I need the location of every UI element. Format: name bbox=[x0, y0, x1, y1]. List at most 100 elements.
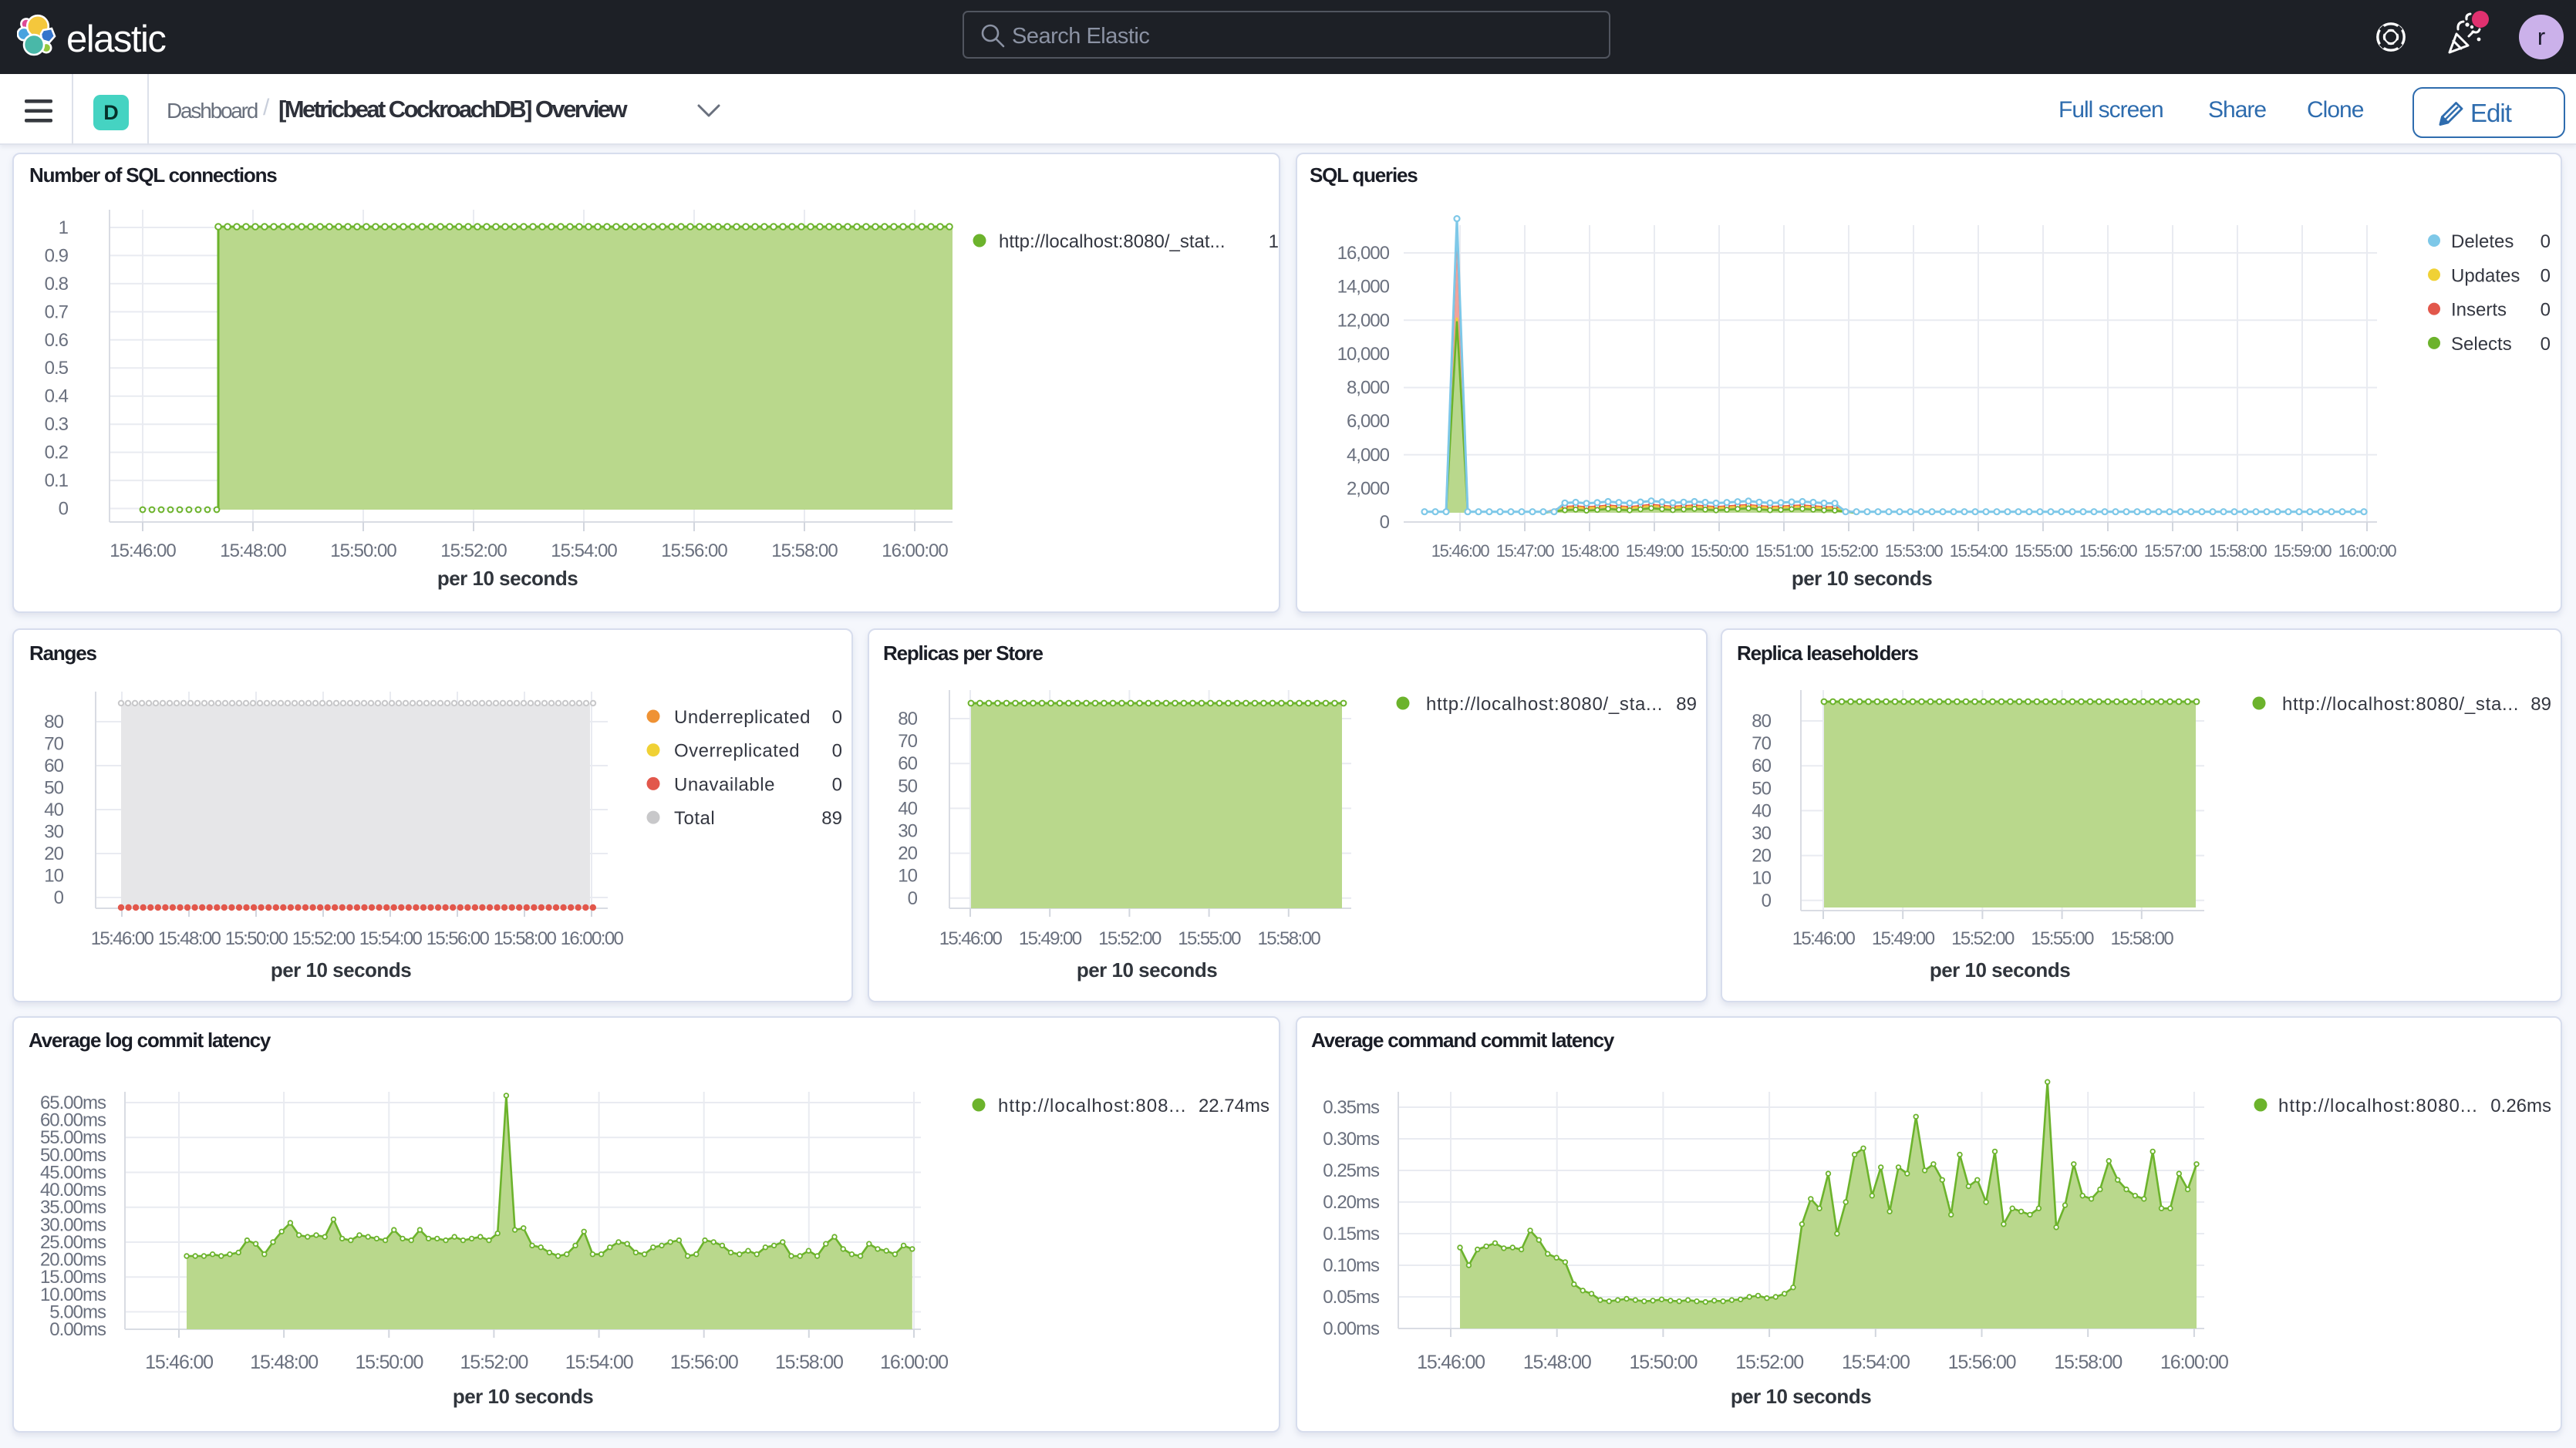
svg-text:15:55:00: 15:55:00 bbox=[2031, 928, 2094, 949]
svg-text:15:52:00: 15:52:00 bbox=[292, 928, 356, 949]
svg-text:15:52:00: 15:52:00 bbox=[1735, 1352, 1803, 1373]
svg-text:15:46:00: 15:46:00 bbox=[1792, 928, 1856, 949]
svg-text:10: 10 bbox=[1752, 868, 1771, 889]
svg-text:0: 0 bbox=[1380, 512, 1390, 533]
svg-text:15:50:00: 15:50:00 bbox=[330, 540, 396, 561]
svg-text:2,000: 2,000 bbox=[1347, 479, 1390, 500]
svg-text:http://localhost:8080/_sta...: http://localhost:8080/_sta... bbox=[2282, 694, 2519, 715]
svg-text:30: 30 bbox=[44, 822, 63, 843]
svg-text:0.8: 0.8 bbox=[45, 274, 69, 295]
svg-text:15:50:00: 15:50:00 bbox=[1691, 541, 1749, 561]
svg-text:15:49:00: 15:49:00 bbox=[1626, 541, 1684, 561]
svg-text:12,000: 12,000 bbox=[1337, 310, 1390, 331]
svg-text:16:00:00: 16:00:00 bbox=[882, 540, 948, 561]
svg-text:Total: Total bbox=[674, 808, 715, 829]
svg-text:15:58:00: 15:58:00 bbox=[771, 540, 838, 561]
svg-text:40: 40 bbox=[44, 800, 63, 820]
svg-text:20: 20 bbox=[44, 844, 63, 864]
svg-text:Updates: Updates bbox=[2451, 265, 2520, 286]
svg-text:8,000: 8,000 bbox=[1347, 378, 1390, 399]
svg-text:15:56:00: 15:56:00 bbox=[670, 1352, 738, 1373]
svg-text:15:51:00: 15:51:00 bbox=[1755, 541, 1814, 561]
svg-text:http://localhost:808...: http://localhost:808... bbox=[998, 1096, 1186, 1116]
svg-text:15:50:00: 15:50:00 bbox=[1630, 1352, 1698, 1373]
svg-text:15:54:00: 15:54:00 bbox=[551, 540, 617, 561]
svg-text:15:48:00: 15:48:00 bbox=[220, 540, 286, 561]
svg-text:80: 80 bbox=[898, 709, 917, 729]
svg-text:Number of SQL connections: Number of SQL connections bbox=[29, 163, 277, 187]
svg-text:0.35ms: 0.35ms bbox=[1323, 1097, 1380, 1118]
svg-text:Underreplicated: Underreplicated bbox=[674, 707, 811, 728]
svg-text:0: 0 bbox=[54, 887, 64, 908]
svg-text:50: 50 bbox=[1752, 778, 1771, 799]
svg-text:per 10 seconds: per 10 seconds bbox=[453, 1385, 593, 1408]
svg-text:per 10 seconds: per 10 seconds bbox=[1077, 958, 1217, 982]
svg-text:6,000: 6,000 bbox=[1347, 411, 1390, 432]
svg-text:0.30ms: 0.30ms bbox=[1323, 1129, 1380, 1150]
svg-text:0: 0 bbox=[832, 774, 842, 795]
svg-text:22.74ms: 22.74ms bbox=[1199, 1096, 1269, 1116]
svg-text:40: 40 bbox=[898, 798, 917, 819]
svg-text:15:48:00: 15:48:00 bbox=[250, 1352, 318, 1373]
svg-text:0: 0 bbox=[2541, 265, 2551, 286]
svg-text:70: 70 bbox=[898, 731, 917, 752]
svg-text:10: 10 bbox=[44, 866, 63, 887]
svg-text:0.10ms: 0.10ms bbox=[1323, 1255, 1380, 1276]
svg-text:16:00:00: 16:00:00 bbox=[561, 928, 624, 949]
svg-text:15:52:00: 15:52:00 bbox=[440, 540, 507, 561]
svg-text:15:52:00: 15:52:00 bbox=[1951, 928, 2015, 949]
svg-text:80: 80 bbox=[1752, 711, 1771, 732]
svg-text:Replicas per Store: Replicas per Store bbox=[883, 641, 1043, 665]
svg-text:70: 70 bbox=[44, 734, 63, 755]
svg-text:60: 60 bbox=[898, 753, 917, 774]
svg-text:0: 0 bbox=[59, 499, 69, 520]
svg-text:per 10 seconds: per 10 seconds bbox=[1731, 1385, 1871, 1408]
svg-text:0: 0 bbox=[1762, 891, 1772, 911]
svg-text:per 10 seconds: per 10 seconds bbox=[437, 567, 578, 590]
svg-text:0.7: 0.7 bbox=[45, 301, 69, 322]
svg-text:15:46:00: 15:46:00 bbox=[1431, 541, 1490, 561]
svg-text:16:00:00: 16:00:00 bbox=[880, 1352, 948, 1373]
svg-text:0.00ms: 0.00ms bbox=[49, 1319, 106, 1340]
svg-text:10: 10 bbox=[898, 866, 917, 887]
svg-text:15:47:00: 15:47:00 bbox=[1496, 541, 1555, 561]
svg-text:0: 0 bbox=[2541, 334, 2551, 355]
svg-text:15:56:00: 15:56:00 bbox=[427, 928, 490, 949]
svg-text:http://localhost:8080...: http://localhost:8080... bbox=[2278, 1096, 2478, 1116]
svg-text:50: 50 bbox=[44, 778, 63, 799]
svg-text:15:49:00: 15:49:00 bbox=[1872, 928, 1935, 949]
svg-text:15:55:00: 15:55:00 bbox=[1178, 928, 1241, 949]
svg-text:15:53:00: 15:53:00 bbox=[1885, 541, 1944, 561]
svg-text:0.1: 0.1 bbox=[45, 470, 69, 491]
svg-text:40: 40 bbox=[1752, 800, 1771, 821]
svg-text:Replica leaseholders: Replica leaseholders bbox=[1737, 641, 1918, 665]
svg-text:15:54:00: 15:54:00 bbox=[1950, 541, 2008, 561]
svg-text:15:54:00: 15:54:00 bbox=[565, 1352, 633, 1373]
svg-text:0.5: 0.5 bbox=[45, 358, 69, 379]
svg-text:Average command commit latency: Average command commit latency bbox=[1311, 1029, 1615, 1052]
svg-text:15:50:00: 15:50:00 bbox=[225, 928, 288, 949]
svg-text:Ranges: Ranges bbox=[29, 641, 96, 665]
svg-text:20: 20 bbox=[898, 844, 917, 864]
svg-text:15:58:00: 15:58:00 bbox=[494, 928, 557, 949]
svg-text:0.05ms: 0.05ms bbox=[1323, 1287, 1380, 1308]
svg-text:http://localhost:8080/_stat...: http://localhost:8080/_stat... bbox=[999, 231, 1226, 252]
svg-text:0.15ms: 0.15ms bbox=[1323, 1224, 1380, 1244]
svg-text:15:58:00: 15:58:00 bbox=[1257, 928, 1320, 949]
svg-text:0.00ms: 0.00ms bbox=[1323, 1318, 1380, 1339]
svg-text:10,000: 10,000 bbox=[1337, 344, 1390, 365]
svg-text:15:49:00: 15:49:00 bbox=[1019, 928, 1082, 949]
svg-text:0.9: 0.9 bbox=[45, 245, 69, 266]
svg-text:SQL queries: SQL queries bbox=[1310, 163, 1418, 187]
svg-text:20: 20 bbox=[1752, 846, 1771, 867]
svg-text:15:46:00: 15:46:00 bbox=[110, 540, 176, 561]
svg-text:0.3: 0.3 bbox=[45, 414, 69, 435]
svg-text:15:59:00: 15:59:00 bbox=[2274, 541, 2332, 561]
svg-text:Average log commit latency: Average log commit latency bbox=[29, 1029, 271, 1052]
svg-text:50: 50 bbox=[898, 776, 917, 796]
svg-text:Inserts: Inserts bbox=[2451, 300, 2507, 321]
svg-text:Deletes: Deletes bbox=[2451, 231, 2514, 252]
svg-text:0.4: 0.4 bbox=[45, 386, 69, 407]
svg-text:80: 80 bbox=[44, 712, 63, 732]
svg-text:15:58:00: 15:58:00 bbox=[2110, 928, 2173, 949]
